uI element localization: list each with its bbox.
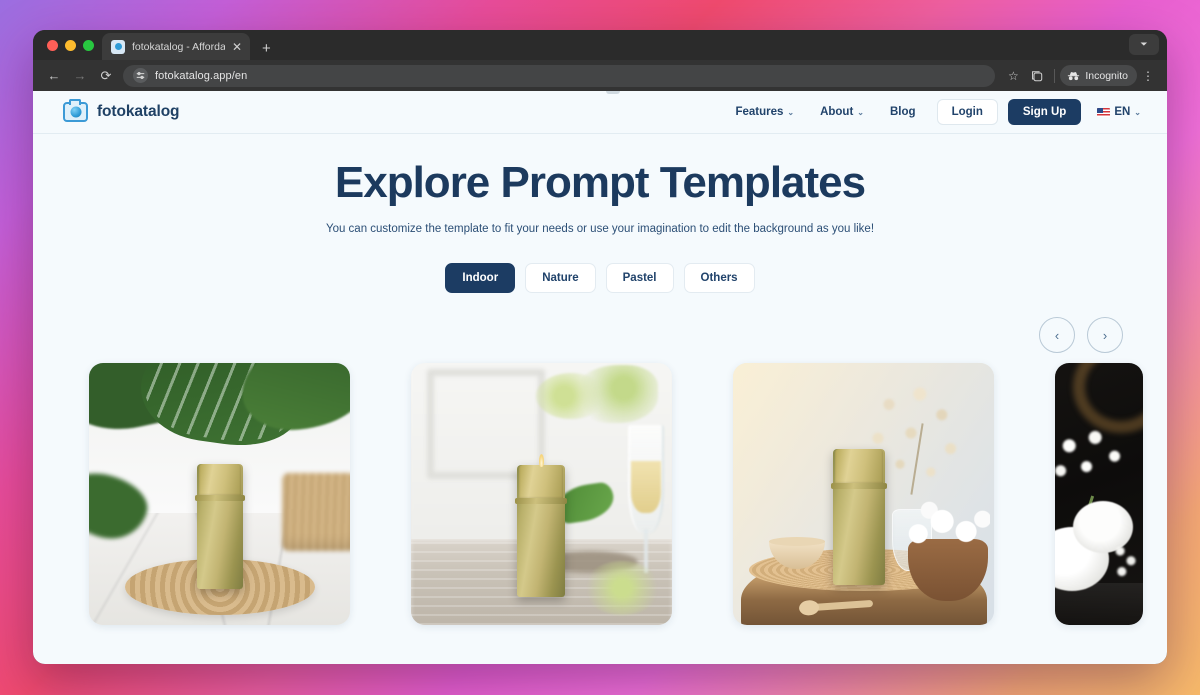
maximize-window-button[interactable]	[83, 39, 94, 51]
template-card-dark-florals[interactable]	[1055, 363, 1143, 626]
carousel-prev-button[interactable]: ‹	[1039, 317, 1075, 354]
login-button[interactable]: Login	[936, 99, 998, 125]
split-tab-icon[interactable]	[1025, 64, 1049, 88]
chevron-down-icon: ⌄	[787, 107, 795, 117]
minimize-window-button[interactable]	[65, 39, 76, 51]
page-title: Explore Prompt Templates	[334, 158, 866, 207]
page-subtitle: You can customize the template to fit yo…	[325, 223, 875, 236]
chevron-down-icon[interactable]: ⏷	[1129, 34, 1159, 55]
browser-tab[interactable]: fotokatalog - Affordable and S ✕	[102, 33, 250, 60]
chevron-down-icon: ⌄	[1134, 107, 1141, 117]
template-image	[1055, 363, 1143, 626]
category-filters: Indoor Nature Pastel Others	[33, 263, 1167, 294]
browser-window: fotokatalog - Affordable and S ✕ + ⏷ ← →…	[33, 30, 1167, 664]
browser-tab-title: fotokatalog - Affordable and S	[132, 40, 225, 53]
camera-favicon-icon	[111, 39, 125, 54]
nav-item-blog-label: Blog	[890, 106, 916, 118]
filter-pill-pastel[interactable]: Pastel	[605, 263, 674, 294]
browser-toolbar: ← → ⟳ fotokatalog.app/en ☆ Incognito ⋮	[33, 60, 1167, 91]
incognito-indicator[interactable]: Incognito	[1060, 65, 1137, 86]
template-image	[733, 363, 994, 626]
language-code: EN	[1114, 106, 1131, 118]
scroll-indicator	[606, 91, 620, 94]
brand-name: fotokatalog	[97, 103, 180, 120]
star-icon[interactable]: ☆	[1001, 64, 1025, 88]
arrow-right-icon[interactable]: →	[67, 63, 93, 89]
template-card-dining-table[interactable]	[411, 363, 672, 626]
camera-icon	[63, 99, 88, 122]
nav-item-features[interactable]: Features ⌄	[722, 100, 807, 124]
language-selector[interactable]: EN ⌄	[1097, 106, 1141, 118]
nav-item-about-label: About	[820, 106, 854, 118]
page-viewport: fotokatalog Features ⌄ About ⌄ Blog Logi…	[33, 91, 1167, 664]
incognito-hat-icon	[1068, 71, 1080, 80]
carousel-controls: ‹ ›	[33, 293, 1167, 354]
nav-item-blog[interactable]: Blog	[877, 100, 929, 124]
template-carousel	[33, 353, 1167, 626]
window-traffic-lights	[43, 30, 102, 60]
close-window-button[interactable]	[47, 39, 58, 51]
new-tab-button[interactable]: +	[262, 41, 271, 56]
arrow-left-icon[interactable]: ←	[41, 63, 67, 89]
brand-logo[interactable]: fotokatalog	[63, 99, 180, 122]
browser-tab-strip: fotokatalog - Affordable and S ✕ + ⏷	[33, 30, 1167, 60]
filter-pill-nature[interactable]: Nature	[525, 263, 596, 294]
site-header: fotokatalog Features ⌄ About ⌄ Blog Logi…	[33, 91, 1167, 134]
template-card-wood-stump[interactable]	[733, 363, 994, 626]
filter-pill-others[interactable]: Others	[683, 263, 755, 294]
reload-icon[interactable]: ⟳	[93, 63, 119, 89]
us-flag-icon	[1097, 107, 1111, 117]
nav-item-about[interactable]: About ⌄	[807, 100, 877, 124]
kebab-menu-icon[interactable]: ⋮	[1137, 69, 1159, 83]
template-image	[411, 363, 672, 626]
tune-icon[interactable]	[133, 68, 148, 83]
template-card-tropical-marble[interactable]	[89, 363, 350, 626]
main-navigation: Features ⌄ About ⌄ Blog Login Sign Up EN…	[722, 99, 1141, 125]
hero-section: Explore Prompt Templates You can customi…	[33, 134, 1167, 294]
nav-item-features-label: Features	[735, 106, 784, 118]
signup-button[interactable]: Sign Up	[1007, 99, 1082, 125]
chevron-down-icon: ⌄	[857, 107, 864, 117]
filter-pill-indoor[interactable]: Indoor	[445, 263, 516, 294]
carousel-next-button[interactable]: ›	[1087, 317, 1123, 354]
url-text: fotokatalog.app/en	[155, 69, 248, 82]
template-image	[89, 363, 350, 626]
address-bar[interactable]: fotokatalog.app/en	[123, 64, 996, 87]
incognito-label: Incognito	[1085, 69, 1128, 82]
toolbar-divider	[1054, 68, 1056, 83]
close-icon[interactable]: ✕	[232, 41, 242, 53]
